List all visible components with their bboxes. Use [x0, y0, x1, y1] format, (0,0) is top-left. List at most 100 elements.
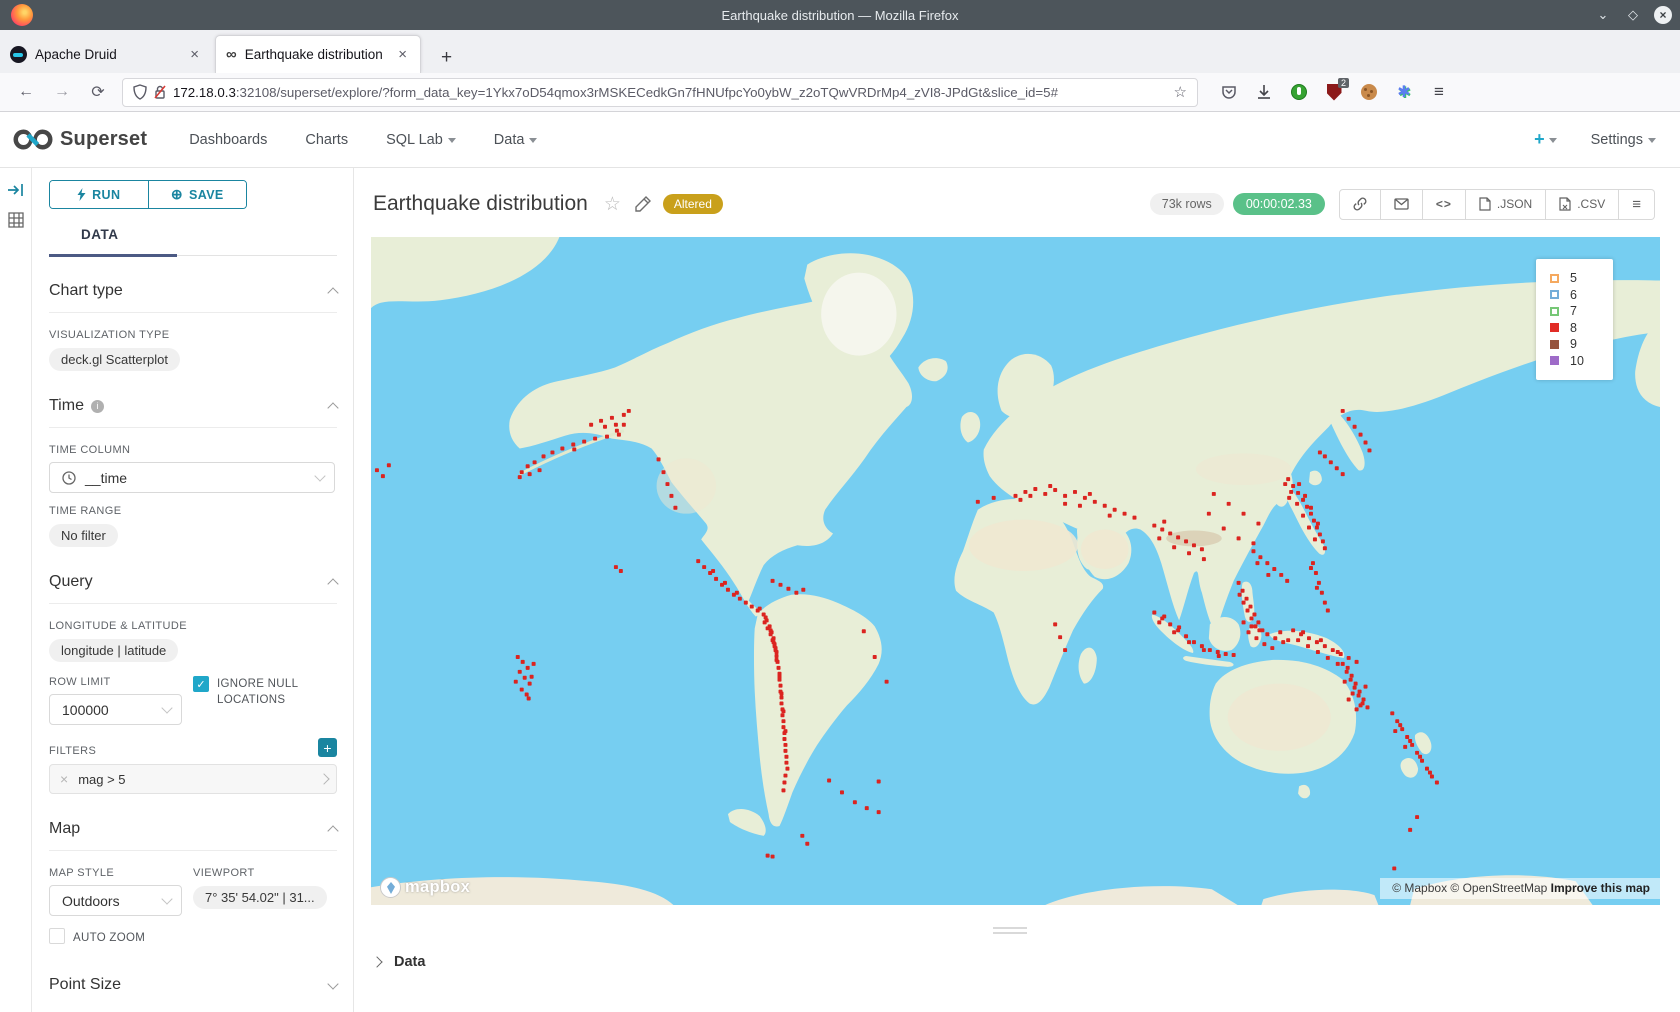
- section-time[interactable]: Timei: [49, 397, 337, 428]
- new-tab-button[interactable]: +: [433, 47, 460, 73]
- tab-apache-druid[interactable]: Apache Druid ×: [0, 35, 212, 73]
- time-range-value[interactable]: No filter: [49, 524, 118, 547]
- legend-entry[interactable]: 9: [1550, 336, 1613, 353]
- improve-map-link[interactable]: Improve this map: [1551, 881, 1650, 895]
- share-link-button[interactable]: [1339, 189, 1381, 220]
- save-button[interactable]: ⊕ SAVE: [149, 181, 247, 208]
- tab-earthquake-distribution[interactable]: ∞ Earthquake distribution ×: [215, 35, 421, 73]
- nav-data[interactable]: Data: [494, 132, 538, 148]
- extension-containers-icon[interactable]: ✱: [1395, 83, 1413, 101]
- viz-type-label: VISUALIZATION TYPE: [49, 329, 337, 341]
- map-style-select[interactable]: Outdoors: [49, 885, 182, 916]
- tab-close-icon[interactable]: ×: [187, 46, 202, 63]
- legend-label: 10: [1570, 354, 1584, 368]
- window-maximize-icon[interactable]: ◇: [1624, 6, 1642, 24]
- chevron-down-icon: [448, 138, 456, 143]
- chevron-up-icon: [327, 578, 338, 589]
- extension-ublock-icon[interactable]: 2: [1325, 83, 1343, 101]
- email-button[interactable]: [1381, 189, 1423, 220]
- superset-navbar: Superset Dashboards Charts SQL Lab Data …: [0, 112, 1680, 168]
- legend-entry[interactable]: 10: [1550, 353, 1613, 370]
- chevron-down-icon: [1549, 138, 1557, 143]
- panel-resize-handle[interactable]: [993, 927, 1027, 934]
- chevron-down-icon: [314, 470, 325, 481]
- ignore-null-checkbox[interactable]: ✓: [193, 676, 209, 692]
- map-attribution: © Mapbox © OpenStreetMap Improve this ma…: [1380, 878, 1660, 899]
- nav-charts[interactable]: Charts: [305, 132, 348, 148]
- browser-menu-icon[interactable]: ≡: [1430, 83, 1448, 101]
- legend-entry[interactable]: 8: [1550, 320, 1613, 337]
- mapbox-logo[interactable]: mapbox: [380, 877, 470, 898]
- url-bar[interactable]: 172.18.0.3:32108/superset/explore/?form_…: [122, 78, 1198, 107]
- pocket-icon[interactable]: [1220, 83, 1238, 101]
- back-icon[interactable]: ←: [16, 83, 36, 101]
- settings-menu[interactable]: Settings: [1591, 132, 1656, 148]
- extension-cookie-icon[interactable]: [1360, 83, 1378, 101]
- ublock-badge: 2: [1338, 78, 1349, 88]
- legend-entry[interactable]: 5: [1550, 270, 1613, 287]
- data-results-toggle[interactable]: Data: [373, 954, 425, 970]
- filter-chip[interactable]: × mag > 5: [49, 764, 337, 794]
- time-column-select[interactable]: __time: [49, 462, 335, 493]
- auto-zoom-checkbox[interactable]: [49, 928, 65, 944]
- add-filter-button[interactable]: +: [318, 738, 337, 757]
- brand-name: Superset: [60, 128, 147, 151]
- export-json-button[interactable]: .JSON: [1466, 189, 1546, 220]
- nav-dashboards[interactable]: Dashboards: [189, 132, 267, 148]
- extension-ghostery-icon[interactable]: [1290, 83, 1308, 101]
- section-point-size[interactable]: Point Size: [49, 976, 337, 1006]
- legend-swatch-icon: [1550, 274, 1559, 283]
- run-button[interactable]: RUN: [50, 181, 149, 208]
- code-icon: <>: [1436, 197, 1452, 211]
- lonlat-label: LONGITUDE & LATITUDE: [49, 620, 337, 632]
- insecure-lock-icon[interactable]: [153, 84, 167, 100]
- reload-icon[interactable]: ⟳: [88, 82, 108, 102]
- remove-filter-icon[interactable]: ×: [60, 771, 68, 787]
- bookmark-star-icon[interactable]: ☆: [1174, 83, 1187, 101]
- favorite-star-icon[interactable]: ☆: [604, 193, 621, 216]
- tab-close-icon[interactable]: ×: [395, 46, 410, 63]
- chevron-down-icon: [1648, 138, 1656, 143]
- time-range-label: TIME RANGE: [49, 505, 337, 517]
- chart-menu-button[interactable]: ≡: [1619, 189, 1655, 220]
- window-close-icon[interactable]: ×: [1654, 6, 1672, 24]
- forward-icon[interactable]: →: [52, 83, 72, 101]
- deckgl-map[interactable]: 56789 10 mapbox © Mapbox © OpenStreetMap …: [371, 237, 1660, 905]
- viewport-value[interactable]: 7° 35' 54.02" | 31...: [193, 886, 327, 909]
- section-query[interactable]: Query: [49, 573, 337, 604]
- embed-code-button[interactable]: <>: [1423, 189, 1466, 220]
- file-csv-icon: [1559, 197, 1571, 211]
- expand-datasource-panel-icon[interactable]: [7, 182, 24, 198]
- legend-swatch-icon: [1550, 307, 1559, 316]
- viz-type-value[interactable]: deck.gl Scatterplot: [49, 348, 180, 371]
- section-map[interactable]: Map: [49, 820, 337, 851]
- legend-entry[interactable]: 6: [1550, 287, 1613, 304]
- edit-properties-icon[interactable]: [635, 196, 651, 212]
- dataset-grid-icon[interactable]: [8, 212, 24, 228]
- envelope-icon: [1394, 198, 1409, 210]
- filter-expression: mag > 5: [78, 772, 320, 787]
- add-new-button[interactable]: +: [1534, 129, 1557, 150]
- browser-toolbar: ← → ⟳ 172.18.0.3:32108/superset/explore/…: [0, 73, 1680, 112]
- legend-entry[interactable]: 7: [1550, 303, 1613, 320]
- panel-tabs: DATA: [49, 223, 337, 256]
- lonlat-value[interactable]: longitude | latitude: [49, 639, 178, 662]
- clock-icon: [62, 471, 76, 485]
- lightning-icon: [77, 188, 86, 201]
- superset-infinity-icon: [12, 126, 54, 153]
- map-style-label: MAP STYLE: [49, 867, 193, 879]
- window-minimize-icon[interactable]: ⌄: [1594, 6, 1612, 24]
- section-chart-type[interactable]: Chart type: [49, 282, 337, 313]
- export-csv-button[interactable]: .CSV: [1546, 189, 1619, 220]
- chevron-down-icon: [529, 138, 537, 143]
- tab-data[interactable]: DATA: [49, 223, 119, 254]
- row-limit-select[interactable]: 100000: [49, 694, 182, 725]
- explore-control-panel: RUN ⊕ SAVE DATA Chart type VISUALIZATION…: [32, 168, 354, 1012]
- shield-icon[interactable]: [133, 84, 147, 100]
- nav-sql-lab[interactable]: SQL Lab: [386, 132, 456, 148]
- superset-logo[interactable]: Superset: [12, 126, 147, 153]
- legend-label: 9: [1570, 337, 1577, 351]
- chevron-up-icon: [327, 287, 338, 298]
- downloads-icon[interactable]: [1255, 83, 1273, 101]
- window-title: Earthquake distribution — Mozilla Firefo…: [0, 8, 1680, 23]
